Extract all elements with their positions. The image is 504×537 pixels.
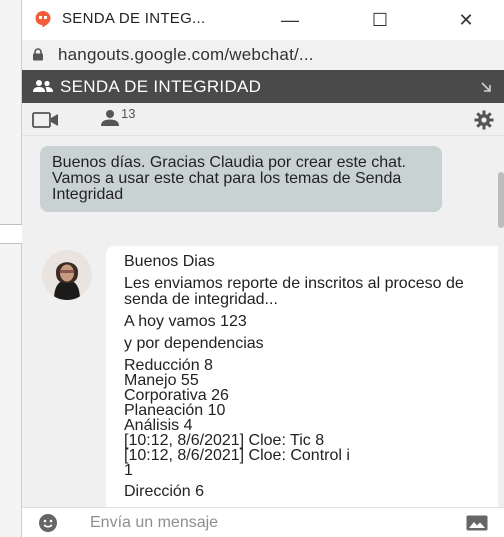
- address-bar[interactable]: hangouts.google.com/webchat/...: [22, 40, 504, 70]
- conversation-header: SENDA DE INTEGRIDAD: [22, 70, 504, 103]
- list-line: 1: [124, 462, 133, 479]
- gear-icon[interactable]: [474, 110, 494, 130]
- group-people-icon: [33, 80, 53, 92]
- avatar[interactable]: [42, 250, 92, 300]
- own-message-text: Buenos días. Gracias Claudia por crear e…: [52, 154, 406, 203]
- own-message-bubble: Buenos días. Gracias Claudia por crear e…: [40, 146, 442, 212]
- list-line: Corporativa 26: [124, 387, 229, 404]
- member-count: 13: [121, 106, 136, 121]
- collapse-arrow-icon[interactable]: [480, 81, 492, 93]
- message-input[interactable]: [90, 512, 430, 534]
- incoming-message-group: Buenos Dias Les enviamos reporte de insc…: [106, 246, 498, 507]
- list-line: [10:12, 8/6/2021] Cloe: Control i: [124, 447, 350, 464]
- maximize-button[interactable]: ☐: [368, 8, 392, 32]
- incoming-message: A hoy vamos 123: [124, 313, 247, 330]
- incoming-message: Buenos Dias: [124, 253, 215, 270]
- scrollbar-thumb[interactable]: [498, 172, 504, 228]
- incoming-message: Les enviamos reporte de inscritos al pro…: [124, 275, 464, 308]
- page-edge-notch: [0, 224, 22, 244]
- image-icon[interactable]: [466, 515, 488, 531]
- minimize-button[interactable]: —: [278, 8, 302, 32]
- list-line: [10:12, 8/6/2021] Cloe: Tic 8: [124, 432, 325, 449]
- emoji-icon[interactable]: [38, 513, 58, 533]
- url-text[interactable]: hangouts.google.com/webchat/...: [58, 45, 314, 65]
- conversation-title: SENDA DE INTEGRIDAD: [60, 77, 262, 96]
- lock-icon: [33, 48, 43, 61]
- avatar-photo: [42, 250, 92, 300]
- window-title: SENDA DE INTEG...: [62, 10, 206, 27]
- title-bar: SENDA DE INTEG... — ☐ ✕: [22, 0, 504, 40]
- close-button[interactable]: ✕: [454, 8, 478, 32]
- incoming-message: Dirección 6: [124, 483, 205, 500]
- incoming-message: y por dependencias: [124, 335, 264, 352]
- list-line: Análisis 4: [124, 417, 193, 434]
- video-call-icon[interactable]: [32, 111, 60, 129]
- conversation-toolbar: 13: [22, 103, 504, 136]
- chat-window: SENDA DE INTEG... — ☐ ✕ hangouts.google.…: [22, 0, 504, 537]
- page-edge: [0, 0, 22, 537]
- hangouts-icon: [35, 11, 51, 28]
- list-line: Manejo 55: [124, 372, 199, 389]
- compose-bar: [22, 507, 504, 537]
- person-icon[interactable]: [100, 109, 120, 127]
- list-line: Reducción 8: [124, 357, 213, 374]
- list-line: Planeación 10: [124, 402, 226, 419]
- message-list[interactable]: Buenos días. Gracias Claudia por crear e…: [22, 136, 504, 507]
- incoming-message-list: Reducción 8 Manejo 55 Corporativa 26 Pla…: [124, 357, 488, 479]
